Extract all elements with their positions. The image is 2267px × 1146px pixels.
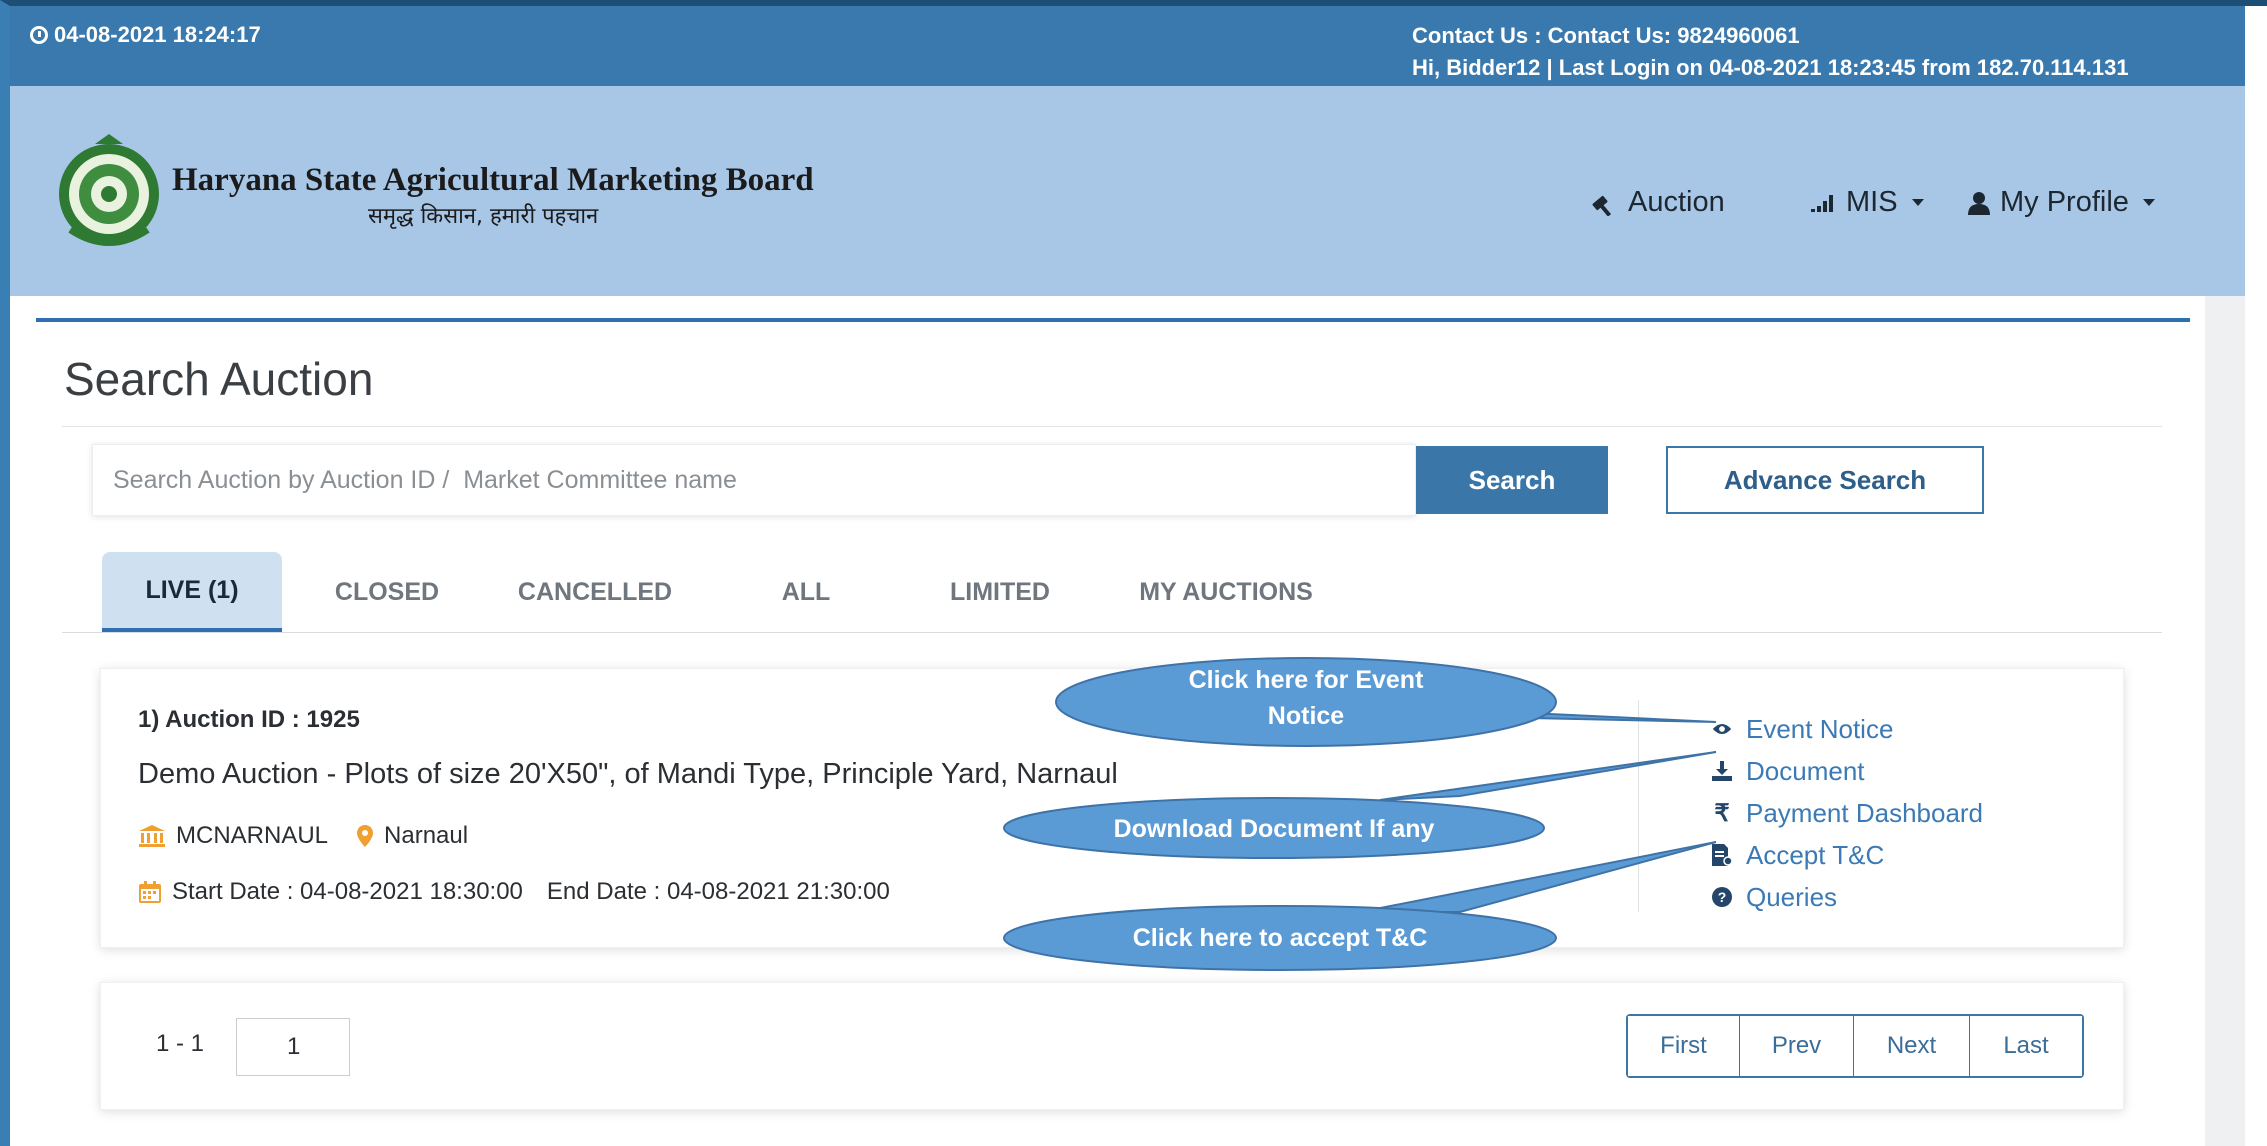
committee-name: MCNARNAUL [176,822,329,849]
search-box [92,444,1416,516]
eye-icon [1712,721,1732,737]
brand-subtitle: समृद्ध किसान, हमारी पहचान [368,204,599,229]
calendar-icon [139,881,161,903]
nav-profile-label: My Profile [2000,186,2129,218]
payment-dashboard-label: Payment Dashboard [1746,797,1984,828]
queries-label: Queries [1746,881,1838,912]
page-number-input[interactable] [236,1018,350,1076]
nav-mis-label: MIS [1846,186,1898,218]
tab-live[interactable]: LIVE (1) [102,552,282,632]
nav-auction[interactable]: Auction [1590,186,1725,219]
file-sign-icon [1712,844,1732,866]
nav-my-profile[interactable]: My Profile [1968,186,2155,219]
search-button[interactable]: Search [1416,446,1608,514]
divider [62,426,2162,427]
event-notice-label: Event Notice [1746,713,1894,744]
accept-tc-label: Accept T&C [1746,839,1885,870]
callout-accept-tc-text: Click here to accept T&C [1132,924,1428,952]
event-notice-link[interactable]: Event Notice [1712,708,1983,750]
rupee-icon: ₹ [1714,799,1730,827]
start-date: Start Date : 04-08-2021 18:30:00 [172,878,523,905]
tab-my-auctions[interactable]: MY AUCTIONS [1122,552,1330,632]
chevron-down-icon [1911,199,1924,206]
location-name: Narnaul [384,822,469,849]
payment-dashboard-link[interactable]: ₹ Payment Dashboard [1712,792,1983,834]
vertical-divider [1638,700,1639,912]
page-title: Search Auction [64,353,374,405]
last-page-button[interactable]: Last [1970,1016,2082,1076]
download-icon [1712,761,1732,781]
site-header: Haryana State Agricultural Marketing Boa… [10,86,2245,296]
datetime-text: 04-08-2021 18:24:17 [54,22,261,47]
accept-tc-link[interactable]: Accept T&C [1712,834,1983,876]
tab-closed[interactable]: CLOSED [312,552,462,632]
prev-page-button[interactable]: Prev [1740,1016,1854,1076]
chevron-down-icon [2142,199,2155,206]
callout-event-notice-text: Click here for Event Notice [1188,666,1424,730]
document-label: Document [1746,755,1865,786]
hsamb-logo-icon[interactable] [50,130,168,250]
tab-all[interactable]: ALL [756,552,856,632]
institution-icon [139,825,165,847]
search-input[interactable] [93,445,1415,515]
clock-icon [30,26,48,44]
advance-search-button[interactable]: Advance Search [1666,446,1984,514]
tabs-divider [62,632,2162,633]
svg-text:?: ? [1718,889,1727,905]
user-icon [1968,191,1990,215]
scrollbar-track[interactable] [2205,296,2245,1146]
nav-auction-label: Auction [1628,186,1725,218]
auction-meta: MCNARNAUL Narnaul [138,822,468,850]
next-page-button[interactable]: Next [1854,1016,1970,1076]
brand-title: Haryana State Agricultural Marketing Boa… [172,162,814,198]
auction-id: 1) Auction ID : 1925 [138,706,360,733]
end-date: End Date : 04-08-2021 21:30:00 [546,878,890,905]
signal-bars-icon [1811,194,1833,212]
result-range: 1 - 1 [156,1030,205,1057]
callout-document-text: Download Document If any [1113,815,1435,843]
contact-info: Contact Us : Contact Us: 9824960061 Hi, … [1412,20,2129,84]
question-circle-icon: ? [1712,887,1732,907]
first-page-button[interactable]: First [1628,1016,1740,1076]
top-bar: 04-08-2021 18:24:17 Contact Us : Contact… [10,6,2245,86]
map-marker-icon [357,825,374,847]
auction-actions: Event Notice Document ₹ Payment Dashboar… [1712,708,1983,918]
current-datetime: 04-08-2021 18:24:17 [30,22,261,48]
auction-title: Demo Auction - Plots of size 20'X50", of… [138,758,1118,790]
document-link[interactable]: Document [1712,750,1983,792]
contact-text: Contact Us : Contact Us: 9824960061 [1412,23,1800,48]
auction-dates: Start Date : 04-08-2021 18:30:00 End Dat… [138,878,890,906]
login-info-text: Hi, Bidder12 | Last Login on 04-08-2021 … [1412,55,2129,80]
pagination-controls: First Prev Next Last [1626,1014,2084,1078]
gavel-icon [1592,195,1612,216]
queries-link[interactable]: ? Queries [1712,876,1983,918]
tab-cancelled[interactable]: CANCELLED [508,552,682,632]
tab-limited[interactable]: LIMITED [930,552,1070,632]
nav-mis[interactable]: MIS [1810,186,1924,219]
